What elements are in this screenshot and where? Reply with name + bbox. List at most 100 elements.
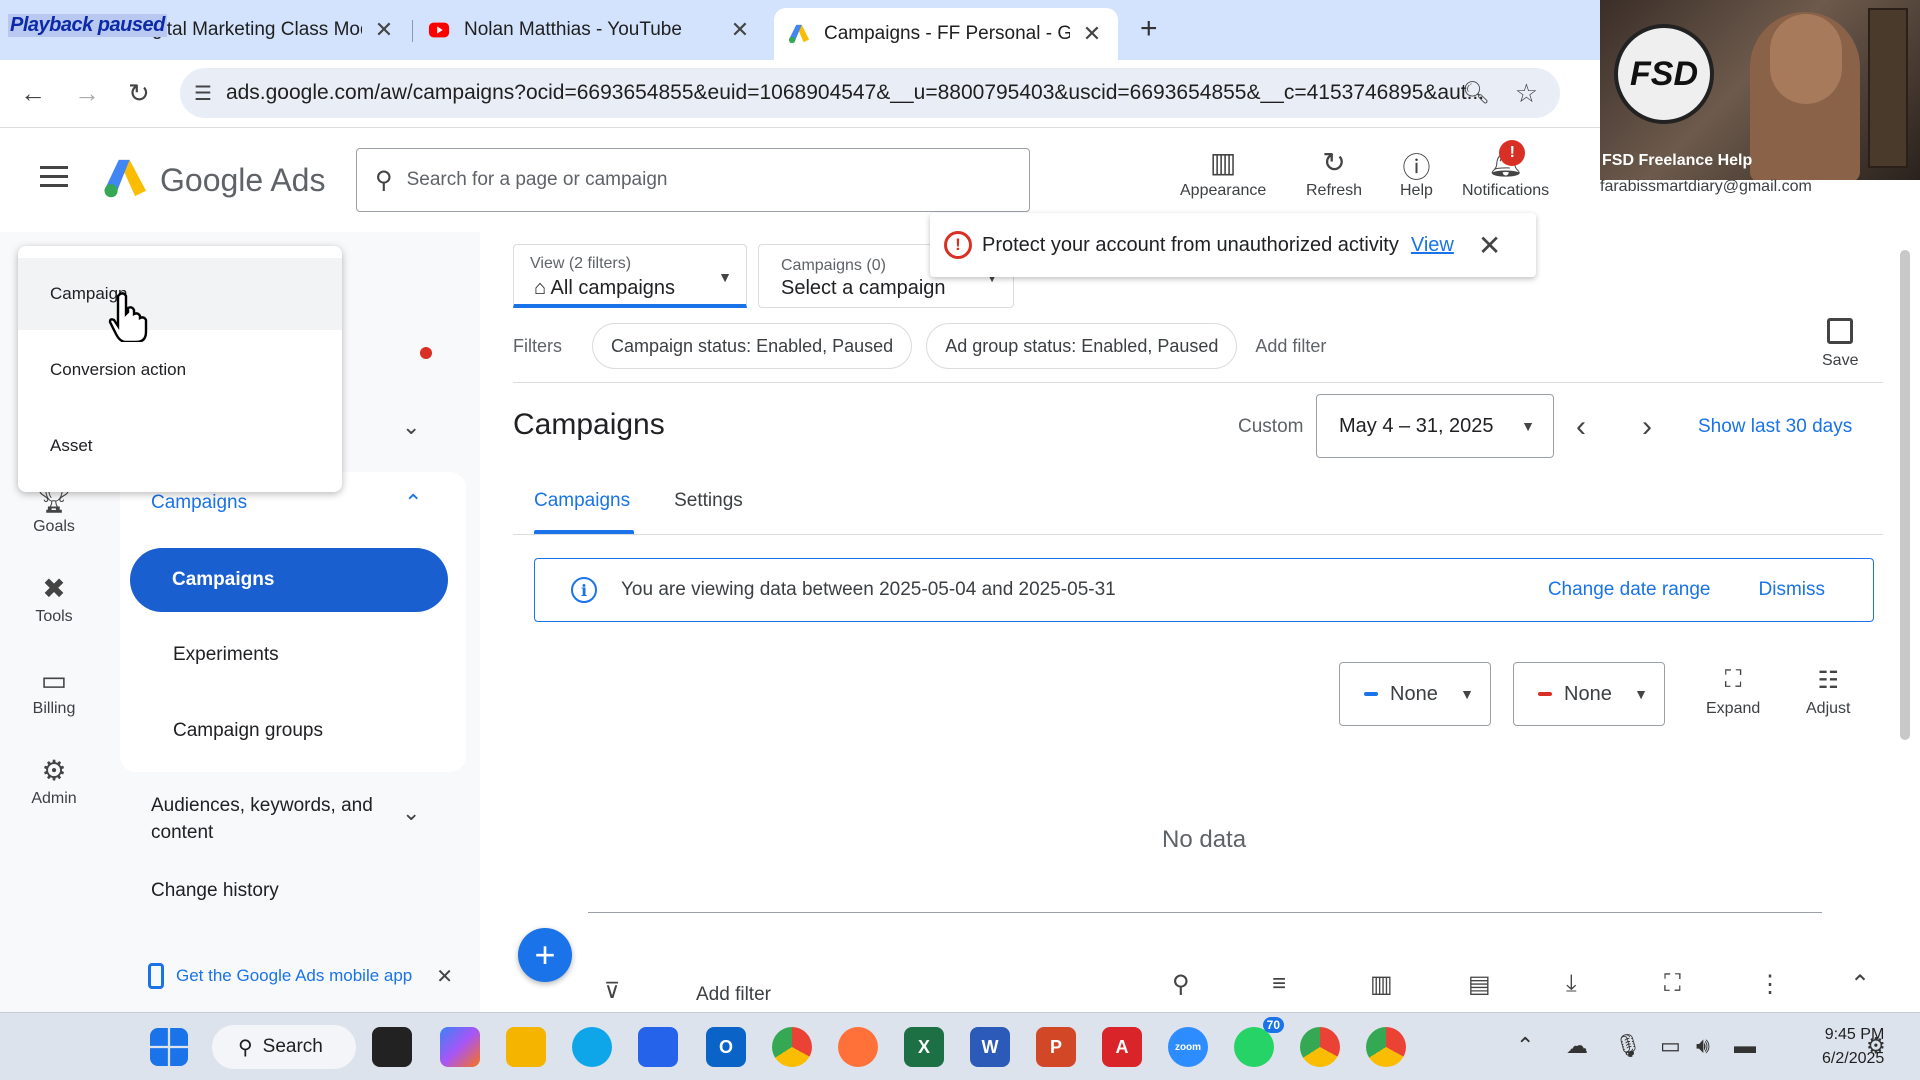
help-button[interactable]: ⓘ Help	[1400, 146, 1433, 200]
metric-selector-1[interactable]: None ▼	[1339, 662, 1491, 726]
account-email[interactable]: farabissmartdiary@gmail.com	[1600, 178, 1812, 196]
refresh-label: Refresh	[1306, 182, 1363, 199]
edge-icon[interactable]	[572, 1027, 612, 1067]
change-date-range-link[interactable]: Change date range	[1548, 579, 1711, 601]
store-icon[interactable]	[638, 1027, 678, 1067]
close-tab-icon[interactable]: ✕	[1080, 21, 1104, 47]
nav-item-experiments[interactable]: Experiments	[173, 644, 279, 666]
rail-admin[interactable]: ⚙ Admin	[0, 754, 108, 808]
chrome-icon[interactable]	[772, 1027, 812, 1067]
firefox-icon[interactable]	[838, 1027, 878, 1067]
close-icon[interactable]: ✕	[436, 964, 453, 989]
dismiss-link[interactable]: Dismiss	[1759, 579, 1826, 601]
page-scrollbar[interactable]	[1900, 250, 1910, 740]
date-range-selector[interactable]: May 4 – 31, 2025 ▼	[1316, 394, 1554, 458]
tab-campaigns[interactable]: Campaigns	[534, 490, 630, 512]
microphone-icon[interactable]: 🎙︎	[1614, 1033, 1642, 1059]
tray-chevron-icon[interactable]: ⌃	[1516, 1033, 1534, 1059]
show-last-30-days-link[interactable]: Show last 30 days	[1698, 416, 1852, 438]
menu-item-asset[interactable]: Asset	[18, 410, 342, 482]
new-tab-icon[interactable]: +	[1140, 12, 1158, 46]
expand-table-icon[interactable]: ⛶	[1664, 970, 1681, 998]
taskbar-search[interactable]: ⚲ Search	[212, 1025, 356, 1069]
task-view-icon[interactable]	[372, 1027, 412, 1067]
battery-icon[interactable]: ▬	[1734, 1033, 1756, 1059]
chrome-profile-2-icon[interactable]	[1366, 1027, 1406, 1067]
close-icon[interactable]: ✕	[1478, 229, 1501, 262]
volume-icon[interactable]: 🔊︎	[1696, 1033, 1710, 1059]
refresh-button[interactable]: ↻ Refresh	[1306, 146, 1362, 200]
bell-icon: 🔔︎!	[1488, 140, 1526, 182]
get-app-link[interactable]: Get the Google Ads mobile app	[176, 966, 412, 986]
expand-chart-button[interactable]: ⛶ Expand	[1706, 666, 1760, 718]
address-bar[interactable]: ☰ ads.google.com/aw/campaigns?ocid=66936…	[180, 68, 1560, 118]
menu-icon[interactable]	[40, 166, 68, 193]
reports-icon[interactable]: ▤	[1468, 970, 1491, 999]
file-explorer-icon[interactable]	[506, 1027, 546, 1067]
rail-billing[interactable]: ▭ Billing	[0, 664, 108, 718]
site-settings-icon[interactable]: ☰	[194, 81, 212, 106]
nav-item-campaigns[interactable]: Campaigns	[130, 548, 448, 612]
chevron-down-icon[interactable]: ⌄	[402, 800, 420, 826]
columns-icon[interactable]: ▥	[1370, 970, 1393, 999]
save-button[interactable]: Save	[1822, 318, 1858, 370]
reload-icon[interactable]: ↻	[128, 78, 150, 109]
view-filter-selector[interactable]: View (2 filters) ⌂ All campaigns ▼	[513, 244, 747, 308]
powerpoint-icon[interactable]: P	[1036, 1027, 1076, 1067]
copilot-icon[interactable]	[440, 1027, 480, 1067]
excel-icon[interactable]: X	[904, 1027, 944, 1067]
rail-tools[interactable]: ✖ Tools	[0, 572, 108, 626]
next-period-icon[interactable]: ›	[1642, 410, 1652, 444]
forward-arrow-icon[interactable]: →	[74, 78, 100, 109]
table-add-filter[interactable]: Add filter	[696, 984, 771, 1006]
windows-start-icon[interactable]	[150, 1028, 188, 1066]
segment-icon[interactable]: ≡	[1272, 970, 1286, 998]
get-app-banner[interactable]: Get the Google Ads mobile app ✕	[122, 950, 472, 1002]
close-tab-icon[interactable]: ✕	[728, 17, 752, 43]
tab-settings[interactable]: Settings	[674, 490, 743, 512]
download-icon[interactable]: ⤓	[1566, 970, 1577, 998]
whatsapp-icon[interactable]: 70	[1234, 1017, 1284, 1067]
chevron-up-icon[interactable]: ⌃	[1850, 970, 1870, 999]
network-icon[interactable]: ▭	[1660, 1033, 1681, 1059]
search-icon[interactable]: ⚲	[1172, 970, 1190, 999]
filter-chip-campaign-status[interactable]: Campaign status: Enabled, Paused	[592, 323, 913, 369]
notifications-button[interactable]: 🔔︎! Notifications	[1462, 140, 1549, 200]
browser-tab-youtube[interactable]: Nolan Matthias - YouTube ✕	[414, 8, 766, 52]
bookmark-star-icon[interactable]: ☆	[1515, 78, 1538, 109]
nav-section-campaigns[interactable]: Campaigns	[151, 492, 247, 514]
acrobat-icon[interactable]: A	[1102, 1027, 1142, 1067]
word-icon[interactable]: W	[970, 1027, 1010, 1067]
more-vert-icon[interactable]: ⋮	[1758, 970, 1782, 999]
onedrive-icon[interactable]: ☁	[1566, 1033, 1588, 1059]
back-arrow-icon[interactable]: ←	[20, 78, 46, 109]
nav-change-history[interactable]: Change history	[151, 880, 279, 902]
chevron-down-icon[interactable]: ⌄	[402, 414, 420, 440]
adjust-chart-button[interactable]: ☷ Adjust	[1806, 666, 1850, 718]
nav-audiences[interactable]: Audiences, keywords, and content	[151, 792, 401, 846]
rail-label: Goals	[33, 518, 75, 535]
nav-item-campaign-groups[interactable]: Campaign groups	[173, 720, 323, 742]
zoom-icon[interactable]: 🔍︎	[1462, 80, 1490, 106]
browser-tab-google-ads[interactable]: Campaigns - FF Personal - Goo ✕	[774, 8, 1118, 60]
chevron-up-icon[interactable]: ⌃	[404, 490, 422, 516]
prev-period-icon[interactable]: ‹	[1576, 410, 1586, 444]
add-filter-button[interactable]: Add filter	[1255, 336, 1326, 357]
zoom-app-icon[interactable]: zoom	[1168, 1027, 1208, 1067]
alert-view-link[interactable]: View	[1411, 234, 1454, 257]
create-fab-button[interactable]: +	[518, 928, 572, 982]
outlook-icon[interactable]: O	[706, 1027, 746, 1067]
whatsapp-badge: 70	[1262, 1017, 1284, 1033]
menu-item-conversion-action[interactable]: Conversion action	[18, 334, 342, 406]
search-input[interactable]: ⚲ Search for a page or campaign	[356, 148, 1030, 212]
chrome-profile-icon[interactable]	[1300, 1027, 1340, 1067]
filter-chip-adgroup-status[interactable]: Ad group status: Enabled, Paused	[926, 323, 1238, 369]
menu-item-campaign[interactable]: Campaign	[18, 258, 342, 330]
info-icon: i	[571, 577, 597, 603]
close-tab-icon[interactable]: ✕	[372, 17, 396, 43]
appearance-button[interactable]: ▥ Appearance	[1180, 146, 1266, 200]
address-url[interactable]: ads.google.com/aw/campaigns?ocid=6693654…	[226, 81, 1516, 105]
metric-selector-2[interactable]: None ▼	[1513, 662, 1665, 726]
notification-center-icon[interactable]: ⚙	[1866, 1033, 1886, 1059]
filter-icon[interactable]: ⊽	[604, 978, 620, 1004]
